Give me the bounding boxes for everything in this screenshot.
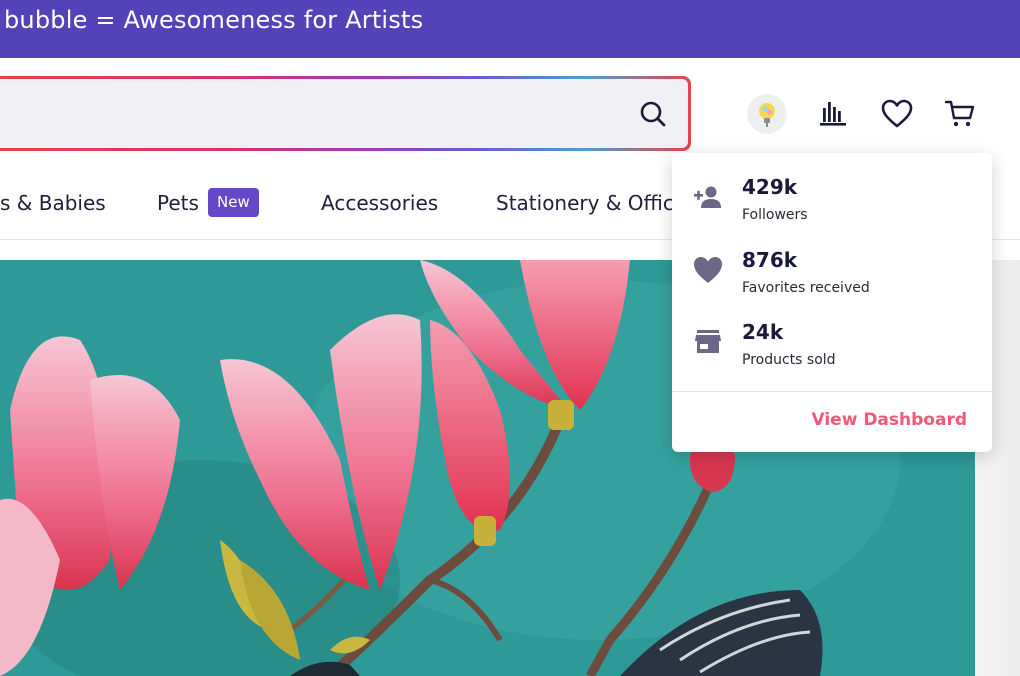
divider	[672, 391, 992, 392]
nav-item-pets[interactable]: Pets	[157, 191, 199, 215]
cart-icon[interactable]	[944, 98, 976, 130]
nav-item-kids-babies[interactable]: s & Babies	[0, 191, 106, 215]
account-stats-dropdown: 429k Followers 876k Favorites received 2…	[672, 153, 992, 452]
bar-chart-icon[interactable]	[818, 98, 848, 128]
header	[0, 58, 1020, 158]
lightbulb-icon	[759, 103, 775, 127]
promo-banner: bubble = Awesomeness for Artists	[0, 0, 1020, 58]
lightbulb-avatar[interactable]	[747, 94, 787, 134]
view-dashboard-link[interactable]: View Dashboard	[811, 410, 967, 430]
heart-icon	[692, 254, 724, 286]
search-icon[interactable]	[638, 99, 668, 129]
favorites-heart-icon[interactable]	[880, 98, 914, 130]
search-input[interactable]	[7, 79, 607, 148]
stat-products-sold: 24k Products sold	[672, 318, 992, 378]
stat-value: 429k	[742, 175, 798, 199]
store-icon	[692, 326, 724, 358]
stat-label: Favorites received	[742, 280, 870, 296]
search-bar	[0, 76, 691, 151]
new-badge: New	[208, 188, 259, 217]
banner-text: bubble = Awesomeness for Artists	[4, 6, 424, 34]
stat-label: Followers	[742, 207, 808, 223]
add-person-icon	[692, 181, 724, 213]
nav-item-stationery-office[interactable]: Stationery & Office	[496, 191, 686, 215]
search-box	[0, 79, 688, 148]
stat-favorites: 876k Favorites received	[672, 246, 992, 306]
stat-label: Products sold	[742, 352, 836, 368]
nav-item-accessories[interactable]: Accessories	[321, 191, 438, 215]
stat-value: 24k	[742, 320, 784, 344]
stat-followers: 429k Followers	[672, 173, 992, 233]
stat-value: 876k	[742, 248, 798, 272]
